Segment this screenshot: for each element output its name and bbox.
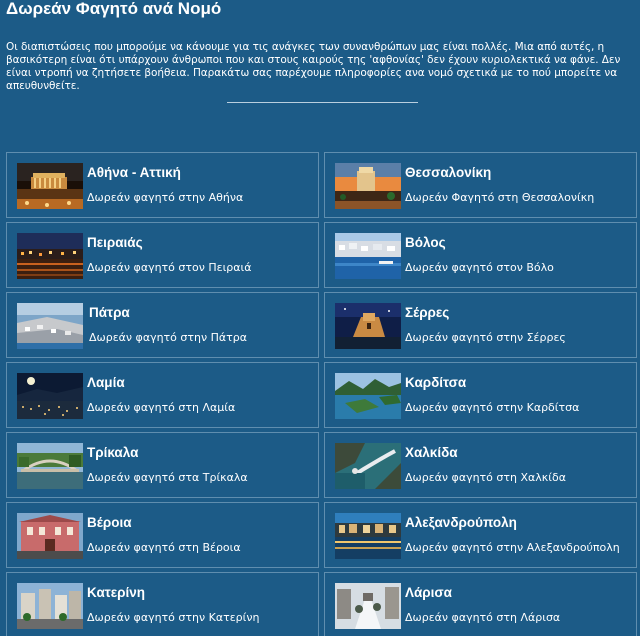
city-card[interactable]: Λαμία Δωρεάν φαγητό στη Λαμία: [6, 362, 319, 428]
city-desc-link[interactable]: Δωρεάν φαγητό στη Λάρισα: [405, 611, 560, 625]
city-name-link[interactable]: Θεσσαλονίκη: [405, 164, 491, 181]
lamia-night-photo[interactable]: [17, 373, 83, 419]
city-grid: Αθήνα - Αττική Δωρεάν φαγητό στην Αθήνα …: [6, 152, 640, 636]
city-name-link[interactable]: Σέρρες: [405, 304, 449, 321]
city-desc-link[interactable]: Δωρεάν φαγητό στη Χαλκίδα: [405, 471, 566, 485]
city-card[interactable]: Σέρρες Δωρεάν φαγητό στην Σέρρες: [324, 292, 637, 358]
city-card[interactable]: Βόλος Δωρεάν φαγητό στον Βόλο: [324, 222, 637, 288]
intro-text: Οι διαπιστώσεις που μπορούμε να κάνουμε …: [6, 41, 621, 92]
city-name-link[interactable]: Χαλκίδα: [405, 444, 458, 461]
city-name-link[interactable]: Αλεξανδρούπολη: [405, 514, 517, 531]
city-card[interactable]: Πάτρα Δωρεάν φαγητό στην Πάτρα: [6, 292, 319, 358]
city-desc-link[interactable]: Δωρεάν φαγητό στην Αλεξανδρούπολη: [405, 541, 620, 555]
city-card[interactable]: Κατερίνη Δωρεάν φαγητό στην Κατερίνη: [6, 572, 319, 636]
city-name-link[interactable]: Βόλος: [405, 234, 446, 251]
piraeus-harbor-night-photo[interactable]: [17, 233, 83, 279]
city-card[interactable]: Πειραιάς Δωρεάν φαγητό στον Πειραιά: [6, 222, 319, 288]
city-desc-link[interactable]: Δωρεάν φαγητό στη Λαμία: [87, 401, 235, 415]
larisa-snow-street-photo[interactable]: [335, 583, 401, 629]
city-name-link[interactable]: Βέροια: [87, 514, 132, 531]
city-desc-link[interactable]: Δωρεάν φαγητό στην Αθήνα: [87, 191, 243, 205]
city-card[interactable]: Καρδίτσα Δωρεάν φαγητό στην Καρδίτσα: [324, 362, 637, 428]
volos-city-coast-photo[interactable]: [335, 233, 401, 279]
city-desc-link[interactable]: Δωρεάν φαγητό στον Πειραιά: [87, 261, 252, 275]
city-card[interactable]: Αλεξανδρούπολη Δωρεάν φαγητό στην Αλεξαν…: [324, 502, 637, 568]
city-card[interactable]: Θεσσαλονίκη Δωρεάν Φαγητό στη Θεσσαλονίκ…: [324, 152, 637, 218]
city-desc-link[interactable]: Δωρεάν φαγητό στην Πάτρα: [89, 331, 247, 345]
city-desc-link[interactable]: Δωρεάν Φαγητό στη Θεσσαλονίκη: [405, 191, 594, 205]
city-desc-link[interactable]: Δωρεάν φαγητό στα Τρίκαλα: [87, 471, 248, 485]
city-name-link[interactable]: Πειραιάς: [87, 234, 143, 251]
city-name-link[interactable]: Τρίκαλα: [87, 444, 138, 461]
city-desc-link[interactable]: Δωρεάν φαγητό στην Σέρρες: [405, 331, 566, 345]
city-name-link[interactable]: Κατερίνη: [87, 584, 145, 601]
city-card[interactable]: Τρίκαλα Δωρεάν φαγητό στα Τρίκαλα: [6, 432, 319, 498]
city-card[interactable]: Χαλκίδα Δωρεάν φαγητό στη Χαλκίδα: [324, 432, 637, 498]
city-card[interactable]: Βέροια Δωρεάν φαγητό στη Βέροια: [6, 502, 319, 568]
city-desc-link[interactable]: Δωρεάν φαγητό στον Βόλο: [405, 261, 554, 275]
athens-acropolis-photo[interactable]: [17, 163, 83, 209]
trikala-bridge-photo[interactable]: [17, 443, 83, 489]
thessaloniki-white-tower-photo[interactable]: [335, 163, 401, 209]
katerini-street-photo[interactable]: [17, 583, 83, 629]
city-name-link[interactable]: Πάτρα: [89, 304, 130, 321]
alexandroupoli-waterfront-photo[interactable]: [335, 513, 401, 559]
city-desc-link[interactable]: Δωρεάν φαγητό στην Καρδίτσα: [405, 401, 579, 415]
patra-aerial-photo[interactable]: [17, 303, 83, 349]
page-title: Δωρεάν Φαγητό ανά Νομό: [6, 0, 222, 18]
city-name-link[interactable]: Αθήνα - Αττική: [87, 164, 181, 181]
city-card[interactable]: Λάρισα Δωρεάν φαγητό στη Λάρισα: [324, 572, 637, 636]
karditsa-lake-photo[interactable]: [335, 373, 401, 419]
city-name-link[interactable]: Λάρισα: [405, 584, 452, 601]
city-name-link[interactable]: Λαμία: [87, 374, 125, 391]
city-desc-link[interactable]: Δωρεάν φαγητό στη Βέροια: [87, 541, 241, 555]
city-name-link[interactable]: Καρδίτσα: [405, 374, 466, 391]
city-card[interactable]: Αθήνα - Αττική Δωρεάν φαγητό στην Αθήνα: [6, 152, 319, 218]
city-desc-link[interactable]: Δωρεάν φαγητό στην Κατερίνη: [87, 611, 259, 625]
serres-fortress-photo[interactable]: [335, 303, 401, 349]
chalkida-bridge-photo[interactable]: [335, 443, 401, 489]
divider: [227, 102, 418, 103]
veria-building-photo[interactable]: [17, 513, 83, 559]
